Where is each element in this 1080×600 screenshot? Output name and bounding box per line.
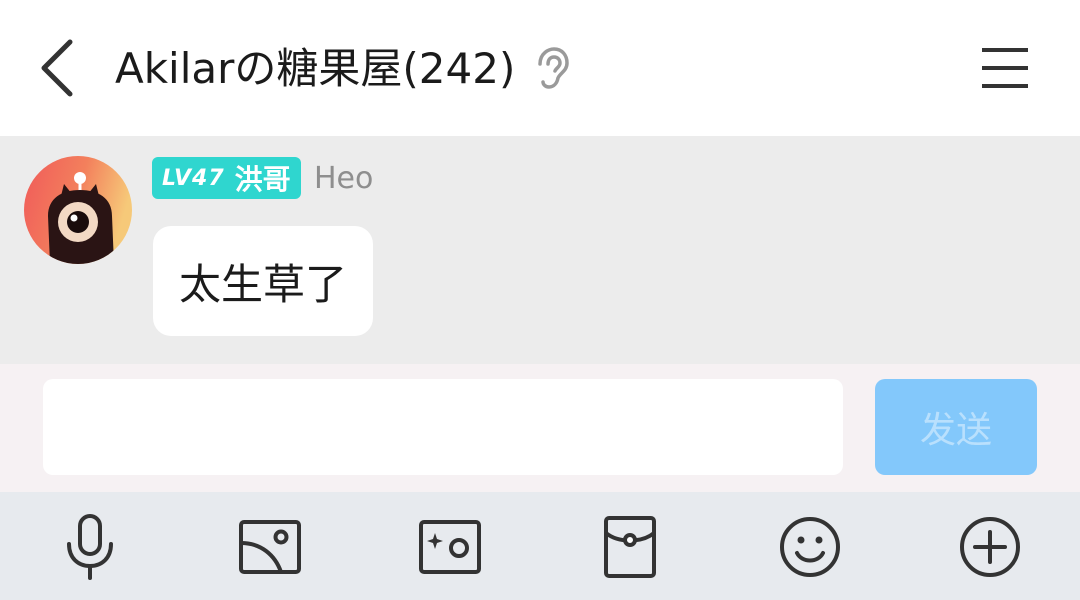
back-button[interactable] xyxy=(30,34,90,102)
message-list: LV47 洪哥 Heo 太生草了 xyxy=(0,136,1080,364)
emoji-button[interactable] xyxy=(777,514,843,580)
ear-icon xyxy=(538,47,569,89)
avatar[interactable] xyxy=(24,156,132,264)
image-button[interactable] xyxy=(237,514,303,580)
message-text: 太生草了 xyxy=(179,259,348,309)
more-button[interactable] xyxy=(957,514,1023,580)
sender-name[interactable]: Heo xyxy=(314,158,373,200)
microphone-icon xyxy=(67,514,113,580)
composer-bar: 发送 xyxy=(0,364,1080,492)
hamburger-menu-icon xyxy=(982,48,1028,88)
earpiece-mode-button[interactable] xyxy=(532,46,572,92)
level-badge: LV47 洪哥 xyxy=(152,157,301,199)
menu-button[interactable] xyxy=(976,42,1034,96)
red-packet-button[interactable] xyxy=(597,514,663,580)
image-icon xyxy=(239,520,301,574)
chevron-left-icon xyxy=(41,39,73,97)
emoji-icon xyxy=(780,517,840,577)
badge-title: 洪哥 xyxy=(234,163,291,196)
send-button[interactable]: 发送 xyxy=(875,379,1037,475)
add-icon xyxy=(960,517,1020,577)
camera-button[interactable] xyxy=(417,514,483,580)
level-label: LV47 xyxy=(162,165,225,191)
bottom-toolbar xyxy=(0,492,1080,600)
chat-header: Akilarの糖果屋(242) xyxy=(0,0,1080,136)
red-packet-icon xyxy=(604,516,656,578)
voice-button[interactable] xyxy=(57,514,123,580)
message-input[interactable] xyxy=(43,379,843,475)
message-bubble[interactable]: 太生草了 xyxy=(153,226,374,336)
group-title: Akilarの糖果屋(242) xyxy=(115,44,516,93)
camera-icon xyxy=(419,520,481,574)
